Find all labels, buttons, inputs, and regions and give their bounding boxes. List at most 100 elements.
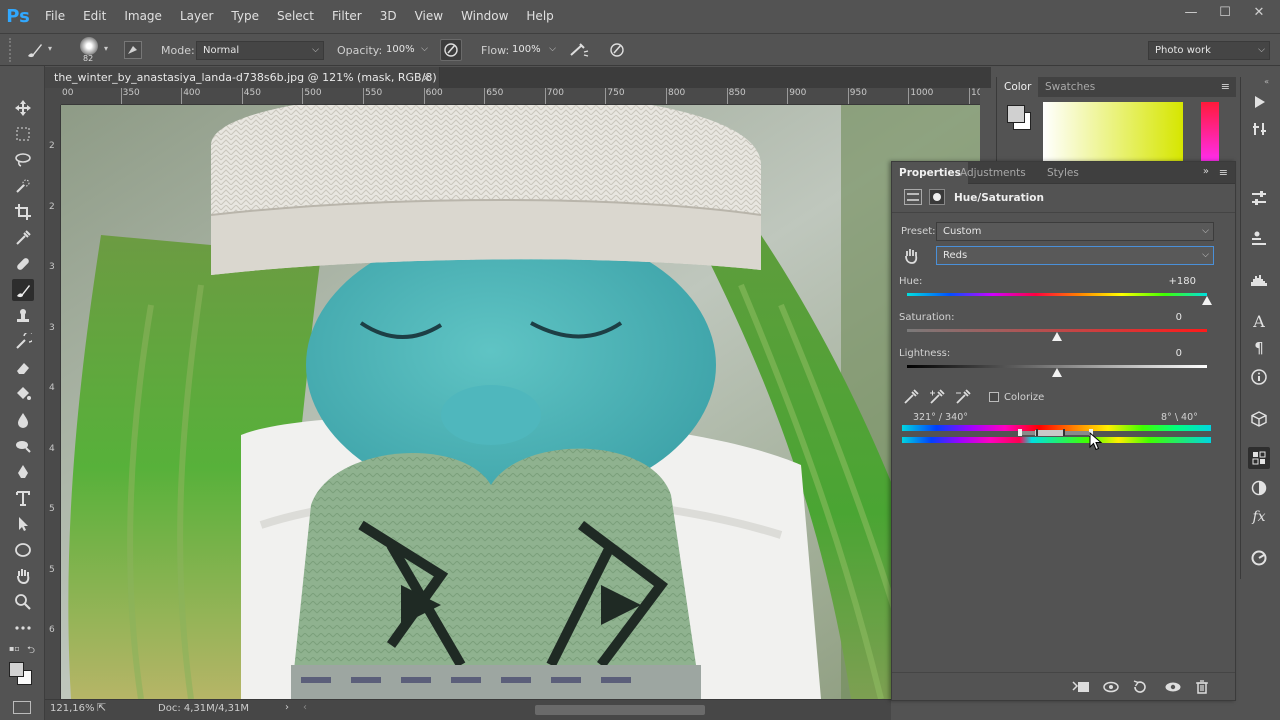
hue-value[interactable]: +180 (1142, 276, 1196, 287)
hand-icon[interactable] (12, 565, 34, 587)
history-brush-icon[interactable] (12, 331, 34, 353)
horizontal-scrollbar[interactable] (535, 705, 705, 715)
brush-tool-icon[interactable] (24, 41, 44, 59)
menu-window[interactable]: Window (452, 0, 517, 33)
visibility-eye-icon[interactable] (1164, 680, 1182, 694)
layer-comps-icon[interactable] (1248, 227, 1270, 249)
color-field[interactable] (1043, 102, 1183, 162)
eyedropper-icon[interactable] (902, 388, 920, 406)
adjustment-icon[interactable] (904, 189, 922, 205)
eyedropper-icon[interactable] (12, 227, 34, 249)
maximize-button[interactable]: ☐ (1212, 5, 1238, 20)
mask-icon[interactable] (929, 189, 945, 205)
flow-field[interactable]: 100% ⌵ (506, 41, 560, 60)
fg-color-chip[interactable] (1007, 105, 1025, 123)
timeline-icon[interactable] (1248, 547, 1270, 569)
lightness-value[interactable]: 0 (1142, 348, 1182, 359)
clip-to-layer-icon[interactable] (1072, 680, 1090, 694)
chevron-down-icon[interactable]: ▾ (104, 44, 108, 53)
opacity-field[interactable]: 100% ⌵ (380, 41, 432, 60)
chevron-down-icon[interactable]: ▾ (48, 44, 52, 53)
path-select-icon[interactable] (12, 513, 34, 535)
range-handle-left-inner[interactable] (1036, 429, 1038, 436)
type-icon[interactable] (12, 487, 34, 509)
airbrush-icon[interactable] (568, 40, 590, 60)
crop-icon[interactable] (12, 201, 34, 223)
menu-3d[interactable]: 3D (371, 0, 406, 33)
canvas-image[interactable] (61, 105, 980, 699)
healing-icon[interactable] (12, 253, 34, 275)
preset-dropdown[interactable]: Custom ⌵ (936, 222, 1214, 241)
range-center[interactable] (1035, 430, 1065, 436)
panel-menu-icon[interactable]: ≡ (1221, 80, 1230, 93)
menu-layer[interactable]: Layer (171, 0, 222, 33)
document-tab[interactable]: the_winter_by_anastasiya_landa-d738s6b.j… (45, 67, 440, 105)
bucket-icon[interactable] (12, 383, 34, 405)
status-arrow-icon[interactable]: › (285, 702, 289, 713)
menu-type[interactable]: Type (222, 0, 268, 33)
close-button[interactable]: ✕ (1246, 5, 1272, 20)
marquee-icon[interactable] (12, 123, 34, 145)
stamp-icon[interactable] (12, 305, 34, 327)
scroll-left-icon[interactable]: ‹ (303, 702, 307, 713)
panel-menu-icon[interactable]: ≡ (1219, 166, 1228, 179)
menu-filter[interactable]: Filter (323, 0, 371, 33)
tab-swatches[interactable]: Swatches (1038, 77, 1102, 97)
minimize-button[interactable]: — (1178, 5, 1204, 20)
move-icon[interactable] (12, 97, 34, 119)
fx-icon[interactable]: fx (1248, 506, 1270, 528)
properties-icon[interactable] (1248, 447, 1270, 469)
delete-icon[interactable] (1195, 680, 1209, 694)
targeted-adjust-icon[interactable] (902, 247, 920, 265)
swap-colors-icon[interactable]: ⮌ (27, 643, 35, 660)
saturation-value[interactable]: 0 (1142, 312, 1182, 323)
character-icon[interactable]: A (1248, 310, 1270, 332)
tab-adjustments[interactable]: Adjustments (953, 162, 1033, 184)
pressure-opacity-icon[interactable] (440, 39, 462, 61)
brush-panel-icon[interactable] (124, 41, 142, 59)
mode-dropdown[interactable]: Normal ⌵ (196, 41, 324, 60)
close-tab-icon[interactable]: × (422, 67, 431, 88)
eraser-icon[interactable] (12, 357, 34, 379)
pressure-size-icon[interactable] (607, 40, 627, 60)
3d-icon[interactable] (1248, 408, 1270, 430)
tab-styles[interactable]: Styles (1040, 162, 1086, 184)
quick-select-icon[interactable] (12, 175, 34, 197)
histogram-icon[interactable] (1248, 269, 1270, 291)
play-icon[interactable] (1248, 91, 1270, 113)
menu-file[interactable]: File (36, 0, 74, 33)
reset-icon[interactable] (1132, 680, 1148, 694)
default-colors-icon[interactable]: ▪▫ (9, 644, 20, 653)
menu-view[interactable]: View (406, 0, 452, 33)
ellipse-icon[interactable] (12, 539, 34, 561)
info-icon[interactable] (1248, 366, 1270, 388)
adjust-icon[interactable] (1248, 187, 1270, 209)
collapse-panel-icon[interactable]: » (1203, 166, 1209, 177)
hue-slider-track[interactable] (907, 293, 1207, 296)
tab-color[interactable]: Color (997, 77, 1039, 97)
eyedropper-plus-icon[interactable] (928, 388, 946, 406)
range-handle-left-outer[interactable] (1018, 429, 1022, 436)
quick-mask-icon[interactable] (13, 701, 31, 714)
expand-dock-icon[interactable]: « (1241, 77, 1274, 87)
menu-select[interactable]: Select (268, 0, 323, 33)
brush-preview-icon[interactable] (80, 37, 98, 55)
brush-icon[interactable] (12, 279, 34, 301)
menu-image[interactable]: Image (115, 0, 171, 33)
blur-icon[interactable] (12, 409, 34, 431)
hue-slider-thumb[interactable] (1202, 296, 1212, 305)
eyedropper-minus-icon[interactable] (954, 388, 972, 406)
zoom-level[interactable]: 121,16% (50, 703, 95, 714)
channel-dropdown[interactable]: Reds ⌵ (936, 246, 1214, 265)
lightness-slider-thumb[interactable] (1052, 368, 1062, 377)
dodge-icon[interactable] (12, 435, 34, 457)
colorize-checkbox[interactable] (989, 392, 999, 402)
pen-icon[interactable] (12, 461, 34, 483)
foreground-color-swatch[interactable] (9, 662, 24, 677)
history-icon[interactable] (1248, 118, 1270, 140)
view-previous-icon[interactable] (1102, 680, 1120, 694)
range-handle-right-inner[interactable] (1063, 429, 1065, 436)
menu-help[interactable]: Help (517, 0, 562, 33)
more-icon[interactable] (12, 617, 34, 639)
lasso-icon[interactable] (12, 149, 34, 171)
